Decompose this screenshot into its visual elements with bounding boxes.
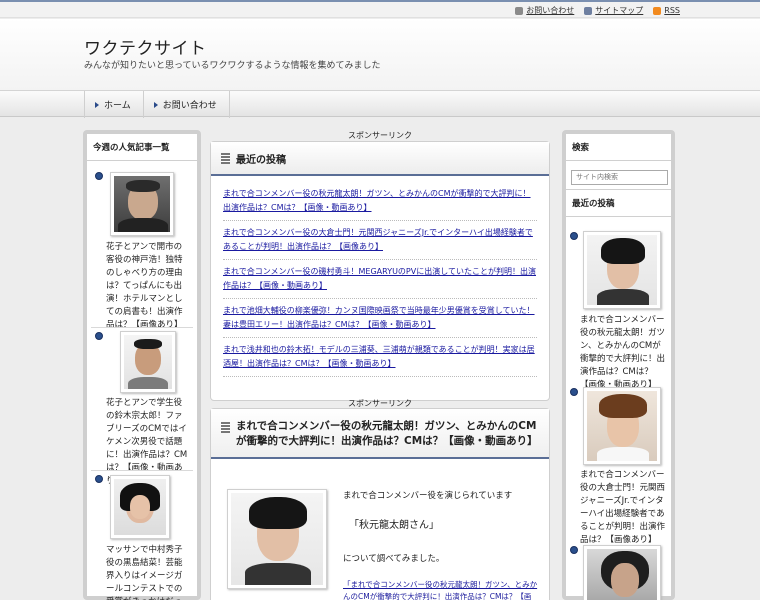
site-description: みんなが知りたいと思っているワクワクするような情報を集めてみました [84,61,381,71]
nav-item-home[interactable]: ホーム [85,91,144,118]
recent-posts-heading: 最近の投稿 [236,154,286,166]
arrow-right-icon [95,101,99,108]
article-name-quote: 「秋元龍太朗さん」 [349,520,439,531]
rss-icon [653,6,662,15]
main-content: スポンサーリンク 最近の投稿 まれで合コンメンバー役の秋元龍太朗！ガツン、とみか… [210,128,550,600]
heading-marker-icon [221,422,230,433]
list-item: まれで浅井和也の鈴木拓！モデルの三浦葵、三浦萌が親類であることが判明！実家は居酒… [223,338,537,377]
bullet-icon [95,475,103,483]
sitemap-link-label: サイトマップ [595,6,644,15]
article-title: まれで合コンメンバー役の秋元龍太朗！ガツン、とみかんのCMが衝撃的で大評判に！出… [236,420,538,447]
recent-post-link[interactable]: まれで合コンメンバー役の秋元龍太朗！ガツン、とみかんのCMが衝撃的で大評判に！出… [223,189,531,212]
bullet-icon [570,232,578,240]
recent-post-link[interactable]: まれで浅井和也の鈴木拓！モデルの三浦葵、三浦萌が親類であることが判明！実家は居酒… [223,345,535,368]
post-thumbnail[interactable] [120,331,176,393]
recent-post-link[interactable]: まれで合コンメンバー役の磯村勇斗！MEGARYUのPVに出演していたことが判明！… [223,267,536,290]
post-thumbnail[interactable] [110,475,170,539]
sponsor-label: スポンサーリンク [348,131,412,140]
bullet-icon [95,332,103,340]
article: まれで合コンメンバー役の秋元龍太朗！ガツン、とみかんのCMが衝撃的で大評判に！出… [210,408,550,600]
recent-posts-box: 最近の投稿 まれで合コンメンバー役の秋元龍太朗！ガツン、とみかんのCMが衝撃的で… [210,141,550,401]
contact-link[interactable]: お問い合わせ [515,5,574,16]
recent-posts-list: まれで合コンメンバー役の秋元龍太朗！ガツン、とみかんのCMが衝撃的で大評判に！出… [211,176,549,377]
list-item: まれで合コンメンバー役の大倉士門！元関西ジャニーズJr.でインターハイ出場経験者… [223,221,537,260]
site-header: ワクテクサイト みんなが知りたいと思っているワクワクするような情報を集めてみまし… [0,19,760,90]
recent-posts-header: 最近の投稿 [211,142,549,176]
recent-post-link[interactable]: まれで池畑大輔役の柳楽優弥！カンヌ国際映画祭で当時最年少男優賞を受賞していた！妻… [223,306,535,329]
popular-post-title[interactable]: 花子とアンで開市の客役の神戸浩！独特のしゃべり方の理由は？てっぱんにも出演！ホテ… [106,241,190,332]
search-input[interactable] [571,170,668,185]
article-image [227,489,327,589]
mail-icon [515,6,524,15]
list-item: まれで合コンメンバー役の秋元龍太朗！ガツン、とみかんのCMが衝撃的で大評判に！出… [223,182,537,221]
nav-item-contact[interactable]: お問い合わせ [144,91,230,118]
bullet-icon [570,388,578,396]
article-link[interactable]: 「まれで合コンメンバー役の秋元龍太朗！ガツン、とみかんのCMが衝撃的で大評判に！… [343,579,539,600]
post-thumbnail[interactable] [583,545,661,600]
recent-post-title[interactable]: まれで合コンメンバー役の大倉士門！元関西ジャニーズJr.でインターハイ出場経験者… [580,469,668,547]
arrow-right-icon [153,101,158,108]
post-thumbnail[interactable] [583,387,661,465]
bullet-icon [570,546,578,554]
nav-item-label: ホーム [104,101,131,111]
article-title-bar: まれで合コンメンバー役の秋元龍太朗！ガツン、とみかんのCMが衝撃的で大評判に！出… [211,409,549,459]
recent-post-link[interactable]: まれで合コンメンバー役の大倉士門！元関西ジャニーズJr.でインターハイ出場経験者… [223,228,533,251]
sitemap-icon [584,6,593,15]
rss-link[interactable]: RSS [653,5,680,16]
utility-links: お問い合わせ サイトマップ RSS [515,5,680,16]
heading-marker-icon [221,152,230,164]
list-item: まれで池畑大輔役の柳楽優弥！カンヌ国際映画祭で当時最年少男優賞を受賞していた！妻… [223,299,537,338]
contact-link-label: お問い合わせ [526,6,575,15]
divider [91,327,193,328]
list-item: まれで合コンメンバー役の磯村勇斗！MEGARYUのPVに出演していたことが判明！… [223,260,537,299]
popular-post-title[interactable]: マッサンで中村秀子役の黒島結菜！芸能界入りはイメージガールコンテストでの受賞がき… [106,544,190,600]
bullet-icon [95,172,103,180]
popular-posts-heading: 今週の人気記事一覧 [87,134,197,161]
article-research-line: について調べてみました。 [343,554,445,564]
recent-posts-heading-right: 最近の投稿 [566,189,671,217]
article-intro: まれで合コンメンバー役を演じられています [343,491,513,501]
top-utility-bar: お問い合わせ サイトマップ RSS [0,2,760,18]
left-sidebar: 今週の人気記事一覧 花子とアンで開市の客役の神戸浩！独特のしゃべり方の理由は？て… [83,130,201,600]
post-thumbnail[interactable] [583,231,661,309]
divider [91,470,193,471]
global-nav: ホーム お問い合わせ [0,90,760,118]
post-thumbnail[interactable] [110,172,174,236]
search-heading: 検索 [566,134,671,161]
right-sidebar: 検索 最近の投稿 まれで合コンメンバー役の秋元龍太朗！ガツン、とみかんのCMが衝… [562,130,675,600]
site-title[interactable]: ワクテクサイト [84,34,207,59]
recent-post-title[interactable]: まれで合コンメンバー役の秋元龍太朗！ガツン、とみかんのCMが衝撃的で大評判に！出… [580,314,668,392]
nav-item-label: お問い合わせ [162,101,217,111]
sitemap-link[interactable]: サイトマップ [584,5,643,16]
rss-link-label: RSS [664,6,680,15]
